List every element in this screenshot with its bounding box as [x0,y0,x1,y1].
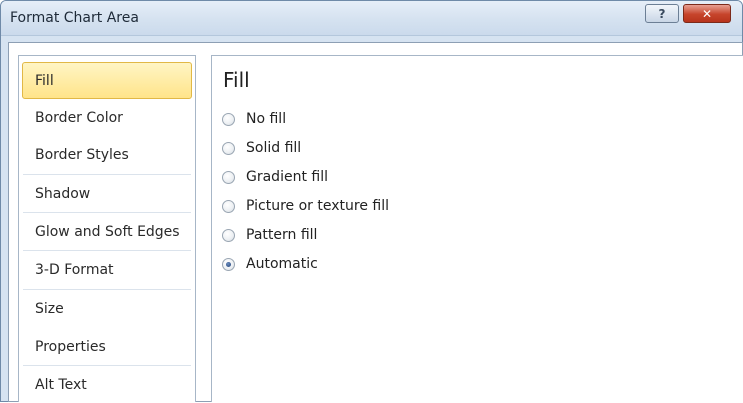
sidebar-item-label: Fill [35,72,54,89]
sidebar-item-shadow[interactable]: Shadow [22,175,192,212]
sidebar-item-size[interactable]: Size [22,290,192,327]
option-label: Picture or texture fill [246,198,389,214]
option-solid-fill[interactable]: Solid fill [222,138,301,158]
sidebar-item-glow-and-soft-edges[interactable]: Glow and Soft Edges [22,213,192,250]
category-sidebar: Fill Border Color Border Styles Shadow G… [18,55,196,402]
sidebar-item-label: Size [35,300,64,317]
section-heading: Fill [223,68,250,92]
sidebar-item-3d-format[interactable]: 3-D Format [22,251,192,288]
sidebar-item-label: Border Styles [35,146,129,163]
sidebar-item-fill[interactable]: Fill [22,62,192,99]
radio-button-selected[interactable] [222,257,235,271]
option-label: Pattern fill [246,227,318,243]
radio-button[interactable] [222,228,235,242]
sidebar-item-label: 3-D Format [35,261,114,278]
help-button[interactable]: ? [645,4,679,23]
sidebar-item-label: Alt Text [35,376,87,393]
sidebar-item-properties[interactable]: Properties [22,328,192,365]
radio-button[interactable] [222,141,235,155]
dialog-title: Format Chart Area [10,10,139,26]
sidebar-item-alt-text[interactable]: Alt Text [22,366,192,403]
option-no-fill[interactable]: No fill [222,109,286,129]
radio-dot-icon [226,261,231,267]
sidebar-item-label: Shadow [35,185,91,202]
sidebar-item-border-styles[interactable]: Border Styles [22,136,192,173]
option-label: Automatic [246,256,318,272]
option-label: Gradient fill [246,169,328,185]
radio-button[interactable] [222,170,235,184]
option-automatic[interactable]: Automatic [222,254,318,274]
option-gradient-fill[interactable]: Gradient fill [222,167,328,187]
option-label: No fill [246,111,287,127]
close-icon: ✕ [701,6,713,21]
sidebar-item-label: Glow and Soft Edges [35,223,180,240]
radio-button[interactable] [222,199,235,213]
title-bar[interactable]: Format Chart Area ? ✕ [1,1,742,36]
sidebar-item-label: Border Color [35,109,123,126]
option-pattern-fill[interactable]: Pattern fill [222,225,317,245]
sidebar-item-border-color[interactable]: Border Color [22,99,192,136]
radio-button[interactable] [222,112,235,126]
option-label: Solid fill [246,140,302,156]
option-picture-or-texture-fill[interactable]: Picture or texture fill [222,196,389,216]
close-button[interactable]: ✕ [683,4,731,23]
help-icon: ? [658,6,666,21]
sidebar-item-label: Properties [35,338,106,355]
